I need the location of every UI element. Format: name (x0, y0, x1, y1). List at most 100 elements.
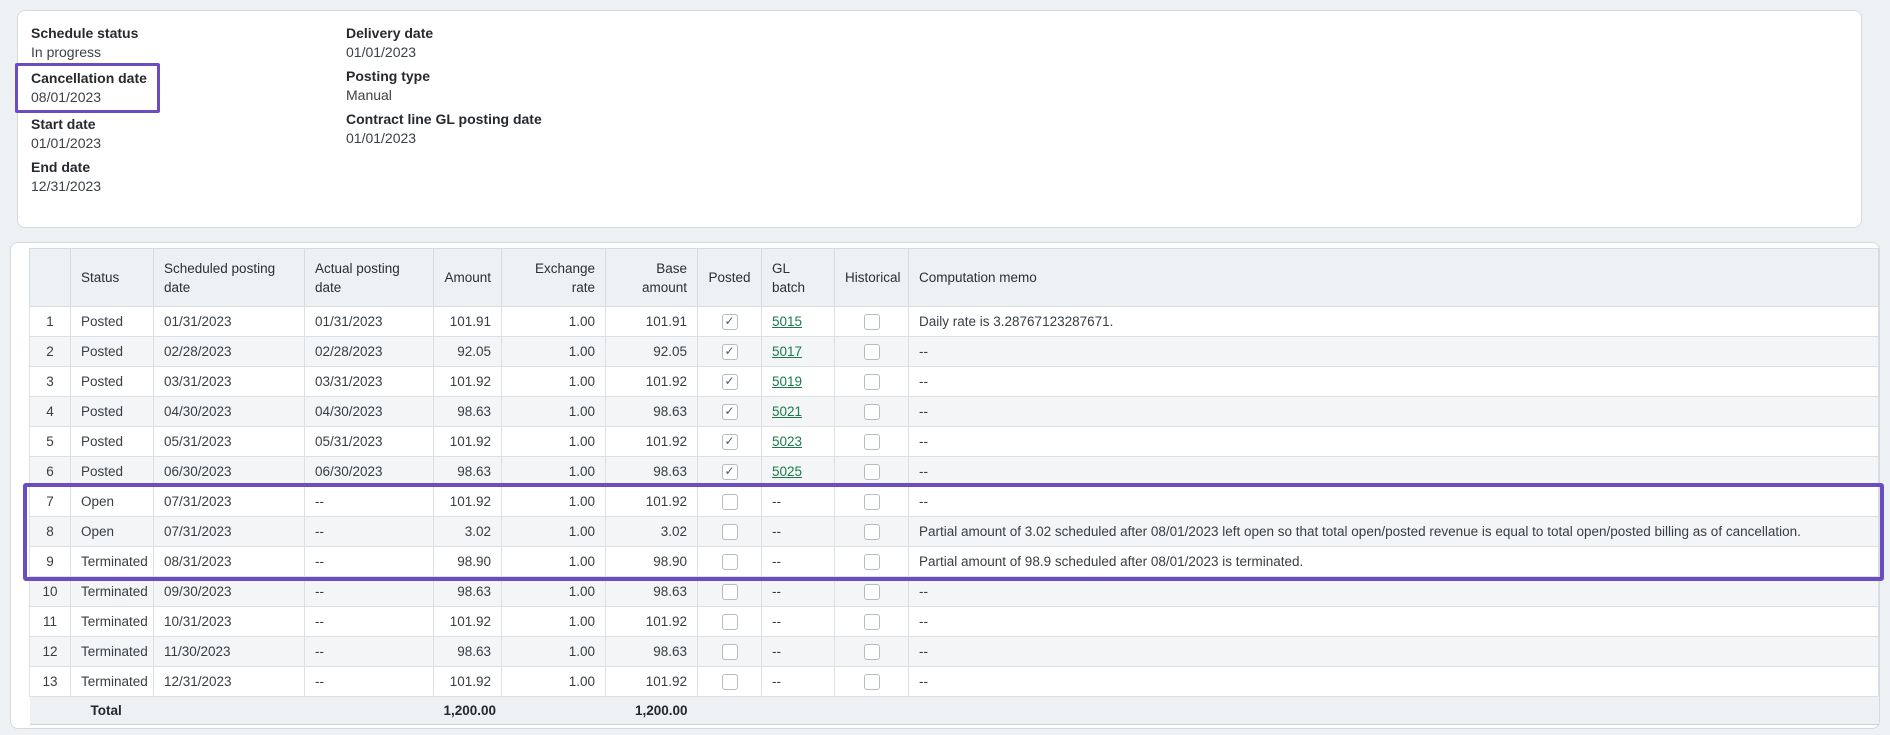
row-number-cell: 8 (30, 517, 71, 547)
posted-checkbox[interactable] (722, 374, 738, 390)
base-amount-cell: 98.90 (606, 547, 698, 577)
posted-checkbox[interactable] (722, 344, 738, 360)
schedule-table: Status Scheduled posting date Actual pos… (29, 248, 1879, 725)
computation-memo-cell: -- (909, 367, 1879, 397)
gl-batch-link[interactable]: 5019 (772, 374, 802, 389)
posted-cell (698, 307, 762, 337)
status-cell: Terminated (71, 547, 154, 577)
status-cell: Terminated (71, 607, 154, 637)
posted-checkbox[interactable] (722, 674, 738, 690)
detail-field: Cancellation date08/01/2023 (31, 67, 346, 109)
scheduled-posting-date-cell: 03/31/2023 (154, 367, 305, 397)
field-value: 01/01/2023 (31, 134, 346, 152)
row-number-cell: 3 (30, 367, 71, 397)
historical-checkbox[interactable] (864, 584, 880, 600)
gl-batch-empty: -- (772, 494, 781, 509)
actual-posting-date-cell: -- (305, 577, 434, 607)
base-amount-cell: 98.63 (606, 457, 698, 487)
scheduled-posting-date-cell: 01/31/2023 (154, 307, 305, 337)
historical-checkbox[interactable] (864, 344, 880, 360)
historical-checkbox[interactable] (864, 494, 880, 510)
historical-checkbox[interactable] (864, 464, 880, 480)
base-amount-cell: 101.92 (606, 427, 698, 457)
posted-checkbox[interactable] (722, 314, 738, 330)
scheduled-posting-date-cell: 04/30/2023 (154, 397, 305, 427)
posted-checkbox[interactable] (722, 584, 738, 600)
amount-cell: 101.92 (434, 667, 502, 697)
amount-cell: 98.63 (434, 637, 502, 667)
table-row: 13Terminated12/31/2023--101.921.00101.92… (30, 667, 1879, 697)
historical-checkbox[interactable] (864, 374, 880, 390)
field-label: Cancellation date (31, 69, 147, 87)
row-number-cell: 10 (30, 577, 71, 607)
computation-memo-cell: -- (909, 577, 1879, 607)
posted-checkbox[interactable] (722, 554, 738, 570)
computation-memo-cell: -- (909, 397, 1879, 427)
exchange-rate-cell: 1.00 (502, 337, 606, 367)
row-number-cell: 9 (30, 547, 71, 577)
gl-batch-link[interactable]: 5025 (772, 464, 802, 479)
actual-posting-date-cell: -- (305, 667, 434, 697)
posted-checkbox[interactable] (722, 464, 738, 480)
exchange-rate-cell: 1.00 (502, 547, 606, 577)
scheduled-posting-date-cell: 10/31/2023 (154, 607, 305, 637)
row-number-cell: 5 (30, 427, 71, 457)
gl-batch-cell: 5025 (762, 457, 835, 487)
posted-checkbox[interactable] (722, 644, 738, 660)
scheduled-posting-date-cell: 02/28/2023 (154, 337, 305, 367)
scheduled-posting-date-cell: 06/30/2023 (154, 457, 305, 487)
posted-checkbox[interactable] (722, 494, 738, 510)
exchange-rate-cell: 1.00 (502, 577, 606, 607)
gl-batch-cell: -- (762, 637, 835, 667)
amount-cell: 101.92 (434, 607, 502, 637)
historical-cell (835, 517, 909, 547)
schedule-table-panel: Status Scheduled posting date Actual pos… (10, 242, 1880, 729)
base-amount-cell: 92.05 (606, 337, 698, 367)
historical-checkbox[interactable] (864, 554, 880, 570)
posted-checkbox[interactable] (722, 524, 738, 540)
gl-batch-cell: -- (762, 517, 835, 547)
gl-batch-link[interactable]: 5023 (772, 434, 802, 449)
status-cell: Terminated (71, 667, 154, 697)
historical-checkbox[interactable] (864, 644, 880, 660)
gl-batch-link[interactable]: 5015 (772, 314, 802, 329)
posted-cell (698, 607, 762, 637)
row-number-cell: 2 (30, 337, 71, 367)
gl-batch-link[interactable]: 5021 (772, 404, 802, 419)
table-row: 6Posted06/30/202306/30/202398.631.0098.6… (30, 457, 1879, 487)
gl-batch-cell: 5021 (762, 397, 835, 427)
field-label: Delivery date (346, 24, 542, 42)
historical-checkbox[interactable] (864, 434, 880, 450)
historical-checkbox[interactable] (864, 524, 880, 540)
total-amount: 1,200.00 (434, 697, 502, 725)
posted-checkbox[interactable] (722, 434, 738, 450)
posted-checkbox[interactable] (722, 614, 738, 630)
historical-checkbox[interactable] (864, 614, 880, 630)
table-row: 3Posted03/31/202303/31/2023101.921.00101… (30, 367, 1879, 397)
field-label: Schedule status (31, 24, 346, 42)
table-row: 9Terminated08/31/2023--98.901.0098.90--P… (30, 547, 1879, 577)
computation-memo-cell: Partial amount of 98.9 scheduled after 0… (909, 547, 1879, 577)
table-row: 10Terminated09/30/2023--98.631.0098.63--… (30, 577, 1879, 607)
computation-memo-cell: Partial amount of 3.02 scheduled after 0… (909, 517, 1879, 547)
scheduled-posting-date-cell: 07/31/2023 (154, 517, 305, 547)
field-value: 01/01/2023 (346, 129, 542, 147)
amount-cell: 101.92 (434, 367, 502, 397)
historical-cell (835, 367, 909, 397)
computation-memo-cell: -- (909, 667, 1879, 697)
status-cell: Posted (71, 337, 154, 367)
historical-checkbox[interactable] (864, 314, 880, 330)
gl-batch-cell: 5019 (762, 367, 835, 397)
historical-cell (835, 487, 909, 517)
historical-checkbox[interactable] (864, 674, 880, 690)
scheduled-posting-date-cell: 08/31/2023 (154, 547, 305, 577)
posted-checkbox[interactable] (722, 404, 738, 420)
gl-batch-link[interactable]: 5017 (772, 344, 802, 359)
field-value: In progress (31, 43, 346, 61)
historical-cell (835, 307, 909, 337)
table-row: 4Posted04/30/202304/30/202398.631.0098.6… (30, 397, 1879, 427)
historical-checkbox[interactable] (864, 404, 880, 420)
details-fields-right-column: Delivery date01/01/2023Posting typeManua… (346, 24, 542, 201)
column-header-computation-memo: Computation memo (909, 249, 1879, 307)
exchange-rate-cell: 1.00 (502, 367, 606, 397)
